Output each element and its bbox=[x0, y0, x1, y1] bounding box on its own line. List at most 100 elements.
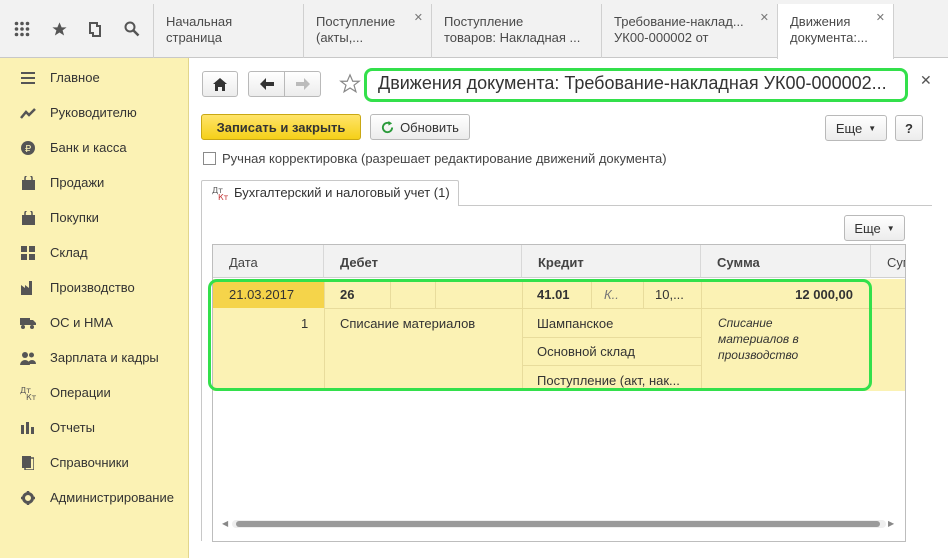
gear-icon bbox=[20, 490, 36, 506]
sidebar-item-label: Администрирование bbox=[50, 490, 174, 505]
close-icon[interactable]: ✕ bbox=[876, 10, 885, 26]
chevron-down-icon: ▼ bbox=[868, 123, 877, 133]
apps-grid-icon[interactable] bbox=[14, 21, 32, 39]
close-icon[interactable]: ✕ bbox=[760, 10, 769, 26]
page-title: Движения документа: Требование-накладная… bbox=[378, 73, 887, 93]
truck-icon bbox=[20, 315, 36, 331]
tab-receipt-acts[interactable]: Поступление (акты,... ✕ bbox=[303, 4, 431, 58]
tab-label-line1: Поступление bbox=[444, 14, 524, 29]
sidebar-item-salary[interactable]: Зарплата и кадры bbox=[0, 340, 189, 375]
column-header-sum[interactable]: Сумма bbox=[701, 245, 871, 278]
svg-text:₽: ₽ bbox=[25, 144, 32, 155]
tab-requirement-invoice[interactable]: Требование-наклад... УК00-000002 от ✕ bbox=[601, 4, 777, 58]
sidebar-item-warehouse[interactable]: Склад bbox=[0, 235, 189, 270]
sidebar-item-reports[interactable]: Отчеты bbox=[0, 410, 189, 445]
sidebar-item-label: Главное bbox=[50, 70, 100, 85]
sidebar: Главное Руководителю ₽ Банк и касса Прод… bbox=[0, 58, 189, 558]
arrow-right-icon bbox=[295, 78, 310, 90]
column-header-debit[interactable]: Дебет bbox=[324, 245, 522, 278]
tab-label-line2: товаров: Накладная ... bbox=[444, 30, 581, 45]
tab-label-line2: УК00-000002 от bbox=[614, 30, 709, 45]
sidebar-item-admin[interactable]: Администрирование bbox=[0, 480, 189, 515]
sidebar-item-label: Продажи bbox=[50, 175, 105, 190]
close-icon[interactable]: ✕ bbox=[920, 72, 932, 89]
tab-divider bbox=[201, 205, 202, 541]
manual-correction-checkbox[interactable] bbox=[203, 152, 216, 165]
tab-accounting[interactable]: Дт Кт Бухгалтерский и налоговый учет (1) bbox=[201, 180, 459, 206]
dt-kt-icon: Дт Кт bbox=[212, 185, 229, 204]
warehouse-icon bbox=[20, 245, 36, 261]
tab-receipt-goods[interactable]: Поступление товаров: Накладная ... bbox=[431, 4, 601, 58]
tab-label-line2: (акты,... bbox=[316, 30, 364, 45]
people-icon bbox=[20, 350, 36, 366]
favorites-star-icon[interactable] bbox=[51, 21, 69, 39]
save-and-close-button[interactable]: Записать и закрыть bbox=[201, 114, 361, 140]
top-bar: Начальная страница Поступление (акты,...… bbox=[0, 0, 948, 59]
cart-icon bbox=[20, 210, 36, 226]
table-more-button[interactable]: Еще ▼ bbox=[844, 215, 905, 241]
home-icon bbox=[213, 77, 227, 91]
column-header-date[interactable]: Дата bbox=[213, 245, 324, 278]
scroll-left-arrow[interactable]: ◀ bbox=[222, 519, 228, 528]
sidebar-item-label: Покупки bbox=[50, 210, 99, 225]
scroll-right-arrow[interactable]: ▶ bbox=[888, 519, 894, 528]
tab-label-line1: Поступление bbox=[316, 14, 396, 29]
sidebar-item-purchases[interactable]: Покупки bbox=[0, 200, 189, 235]
sidebar-item-label: Банк и касса bbox=[50, 140, 127, 155]
ruble-icon: ₽ bbox=[20, 140, 36, 156]
tab-label-line1: Требование-наклад... bbox=[614, 14, 744, 29]
sidebar-item-label: Отчеты bbox=[50, 420, 95, 435]
history-icon[interactable] bbox=[87, 21, 105, 39]
trend-icon bbox=[20, 105, 36, 121]
search-icon[interactable] bbox=[124, 21, 142, 39]
refresh-label: Обновить bbox=[400, 119, 459, 135]
favorite-star-icon[interactable] bbox=[339, 73, 361, 98]
more-label: Еще bbox=[835, 120, 863, 136]
svg-text:Кт: Кт bbox=[218, 193, 228, 201]
refresh-button[interactable]: Обновить bbox=[370, 114, 470, 140]
dt-kt-icon: Дт Кт bbox=[20, 385, 36, 401]
column-header-credit[interactable]: Кредит bbox=[522, 245, 701, 278]
back-button[interactable] bbox=[248, 71, 285, 97]
help-button[interactable]: ? bbox=[895, 115, 923, 141]
arrow-left-icon bbox=[259, 78, 274, 90]
tab-label-line2: документа:... bbox=[790, 30, 868, 45]
tab-accounting-label: Бухгалтерский и налоговый учет (1) bbox=[234, 185, 450, 200]
sidebar-item-operations[interactable]: Дт Кт Операции bbox=[0, 375, 189, 410]
tab-home[interactable]: Начальная страница bbox=[153, 4, 303, 58]
sidebar-item-label: Производство bbox=[50, 280, 135, 295]
sidebar-item-production[interactable]: Производство bbox=[0, 270, 189, 305]
sidebar-item-label: Операции bbox=[50, 385, 111, 400]
tab-label: Начальная страница bbox=[166, 14, 233, 45]
column-header-sum-extra[interactable]: Сум bbox=[871, 245, 905, 278]
sidebar-item-label: ОС и НМА bbox=[50, 315, 113, 330]
sidebar-item-label: Справочники bbox=[50, 455, 129, 470]
home-button[interactable] bbox=[202, 71, 238, 97]
sidebar-item-main[interactable]: Главное bbox=[0, 60, 189, 95]
sidebar-item-sales[interactable]: Продажи bbox=[0, 165, 189, 200]
refresh-icon bbox=[382, 120, 394, 133]
scrollbar-thumb[interactable] bbox=[236, 521, 880, 527]
books-icon bbox=[20, 455, 36, 471]
sidebar-item-label: Зарплата и кадры bbox=[50, 350, 159, 365]
more-label: Еще bbox=[854, 220, 881, 236]
manual-correction-label: Ручная корректировка (разрешает редактир… bbox=[222, 151, 667, 166]
svg-text:Кт: Кт bbox=[26, 393, 36, 401]
sidebar-item-label: Склад bbox=[50, 245, 88, 260]
sidebar-item-assets[interactable]: ОС и НМА bbox=[0, 305, 189, 340]
tab-document-movements[interactable]: Движения документа:... ✕ bbox=[777, 4, 894, 59]
tab-divider bbox=[459, 205, 932, 206]
forward-button[interactable] bbox=[284, 71, 321, 97]
tab-label-line1: Движения bbox=[790, 14, 851, 29]
bag-icon bbox=[20, 175, 36, 191]
chevron-down-icon: ▼ bbox=[886, 223, 895, 233]
bar-chart-icon bbox=[20, 420, 36, 436]
sidebar-item-manager[interactable]: Руководителю bbox=[0, 95, 189, 130]
sidebar-item-label: Руководителю bbox=[50, 105, 137, 120]
factory-icon bbox=[20, 280, 36, 296]
more-button[interactable]: Еще ▼ bbox=[825, 115, 887, 141]
sidebar-item-references[interactable]: Справочники bbox=[0, 445, 189, 480]
menu-icon bbox=[20, 70, 36, 86]
close-icon[interactable]: ✕ bbox=[414, 10, 423, 26]
sidebar-item-bank[interactable]: ₽ Банк и касса bbox=[0, 130, 189, 165]
